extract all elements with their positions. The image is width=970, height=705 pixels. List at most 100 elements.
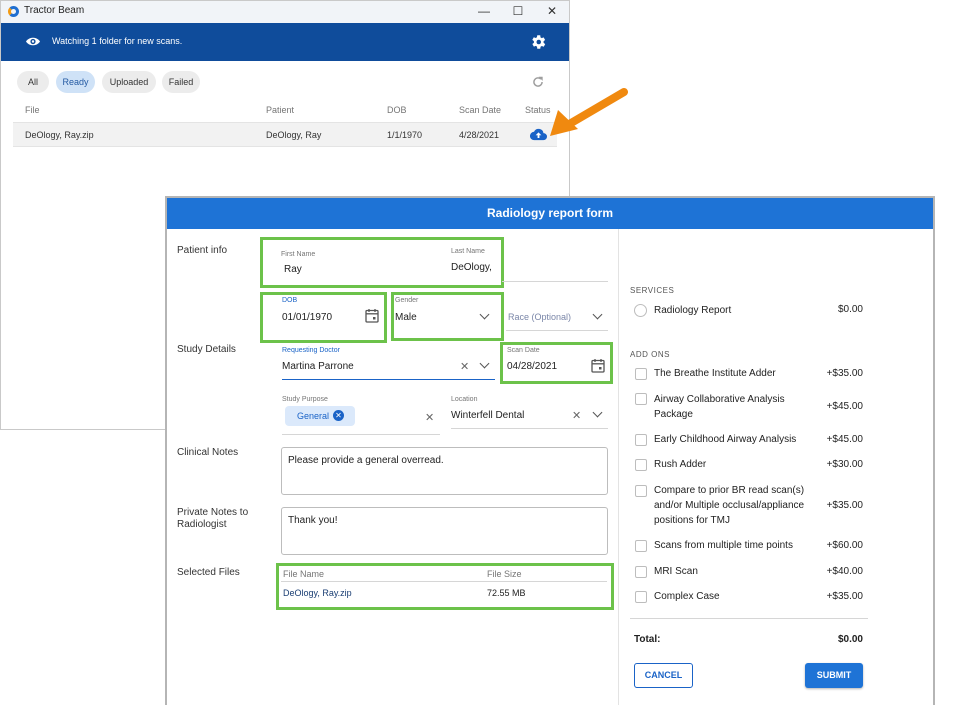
filter-chip-ready[interactable]: Ready — [56, 71, 95, 93]
race-chevron-down-icon[interactable] — [592, 309, 603, 320]
location-label: Location — [451, 396, 478, 403]
addon-checkbox[interactable] — [635, 434, 647, 446]
service-price: $0.00 — [837, 304, 863, 315]
requesting-doctor-field[interactable]: Martina Parrone — [282, 361, 354, 372]
addon-label: MRI Scan — [654, 566, 698, 577]
addon-price: +$60.00 — [826, 540, 863, 551]
dob-label: DOB — [282, 297, 298, 304]
cancel-button[interactable]: CANCEL — [634, 663, 693, 688]
radiology-report-radio[interactable] — [634, 304, 647, 317]
section-label-study-details: Study Details — [177, 344, 236, 355]
section-label-clinical-notes: Clinical Notes — [177, 447, 239, 458]
radiology-report-form-window: Radiology report form Patient info Study… — [165, 196, 935, 705]
requesting-doctor-label: Requesting Doctor — [282, 347, 340, 354]
column-header-file[interactable]: File — [25, 105, 40, 115]
location-underline — [451, 428, 608, 429]
addon-label: Scans from multiple time points — [654, 540, 793, 551]
cloud-upload-icon[interactable] — [530, 128, 547, 141]
gear-icon[interactable] — [529, 33, 547, 51]
doctor-chevron-down-icon[interactable] — [479, 358, 490, 369]
highlight-selected-files — [276, 563, 614, 610]
window-title: Tractor Beam — [24, 5, 85, 16]
selected-file-size: 72.55 MB — [487, 588, 526, 598]
location-select[interactable]: Winterfell Dental — [451, 410, 524, 421]
form-title: Radiology report form — [167, 198, 933, 229]
race-select[interactable]: Race (Optional) — [508, 312, 571, 322]
section-label-patient-info: Patient info — [177, 245, 228, 256]
clinical-notes-text: Please provide a general overread. — [288, 455, 444, 466]
study-purpose-label: Study Purpose — [282, 396, 328, 403]
row-file: DeOlogy, Ray.zip — [25, 130, 94, 140]
first-name-label: First Name — [281, 251, 316, 258]
addon-price: +$45.00 — [826, 434, 863, 445]
file-name-column-header: File Name — [283, 569, 325, 579]
calendar-icon[interactable] — [365, 308, 379, 323]
filter-chip-failed[interactable]: Failed — [162, 71, 200, 93]
section-label-private-notes: Private Notes to Radiologist — [177, 507, 249, 530]
addon-checkbox[interactable] — [635, 540, 647, 552]
column-header-status[interactable]: Status — [525, 105, 551, 115]
scan-date-label: Scan Date — [507, 347, 540, 354]
add-ons-heading: ADD ONS — [630, 350, 670, 359]
private-notes-textarea[interactable]: Thank you! — [281, 507, 608, 555]
last-name-field[interactable]: DeOlogy, — [451, 262, 492, 273]
tractor-beam-logo-icon — [8, 6, 19, 17]
addon-price: +$30.00 — [826, 459, 863, 470]
title-bar: Tractor Beam — ☐ ✕ — [1, 1, 569, 23]
close-button[interactable]: ✕ — [542, 3, 562, 20]
row-dob: 1/1/1970 — [387, 130, 423, 140]
chip-remove-icon[interactable]: ✕ — [333, 410, 344, 421]
scan-date-field[interactable]: 04/28/2021 — [507, 361, 557, 372]
dob-field[interactable]: 01/01/1970 — [282, 312, 332, 323]
addon-label: The Breathe Institute Adder — [654, 368, 776, 379]
calendar-icon[interactable] — [591, 358, 605, 373]
service-label: Radiology Report — [654, 305, 732, 316]
location-chevron-down-icon[interactable] — [592, 407, 603, 418]
addon-checkbox[interactable] — [635, 566, 647, 578]
addon-label: Airway Collaborative Analysis Package — [654, 394, 785, 420]
section-label-selected-files: Selected Files — [177, 567, 240, 578]
total-label: Total: — [634, 634, 661, 645]
eye-icon — [26, 37, 40, 46]
addon-checkbox[interactable] — [635, 459, 647, 471]
addon-label: Complex Case — [654, 591, 720, 602]
addon-checkbox[interactable] — [635, 393, 647, 405]
first-name-field[interactable]: Ray — [284, 264, 302, 275]
clear-purpose-icon[interactable]: ✕ — [425, 413, 434, 424]
clear-doctor-icon[interactable]: ✕ — [460, 362, 469, 373]
column-divider — [618, 229, 619, 705]
files-header-underline — [281, 581, 607, 582]
selected-file-name: DeOlogy, Ray.zip — [283, 588, 352, 598]
addon-price: +$35.00 — [826, 591, 863, 602]
addon-checkbox[interactable] — [635, 368, 647, 380]
private-notes-text: Thank you! — [288, 515, 338, 526]
doctor-underline — [282, 379, 495, 380]
column-header-scan-date[interactable]: Scan Date — [459, 105, 501, 115]
addon-checkbox[interactable] — [635, 485, 647, 497]
addon-label: Compare to prior BR read scan(s) and/or … — [654, 485, 805, 526]
total-divider — [630, 618, 868, 619]
maximize-button[interactable]: ☐ — [508, 3, 528, 20]
row-scan-date: 4/28/2021 — [459, 130, 500, 140]
app-bar: Watching 1 folder for new scans. — [1, 23, 569, 61]
study-purpose-chip[interactable]: General ✕ — [285, 406, 355, 426]
clinical-notes-textarea[interactable]: Please provide a general overread. — [281, 447, 608, 495]
clear-location-icon[interactable]: ✕ — [572, 411, 581, 422]
name-underline — [502, 281, 608, 282]
refresh-icon[interactable] — [531, 75, 545, 89]
watching-status-text: Watching 1 folder for new scans. — [52, 36, 183, 46]
filter-chip-all[interactable]: All — [17, 71, 49, 93]
addon-price: +$45.00 — [826, 401, 863, 412]
gender-select[interactable]: Male — [395, 312, 417, 323]
addon-checkbox[interactable] — [635, 591, 647, 603]
study-purpose-chip-label: General — [297, 411, 330, 421]
filter-chip-uploaded[interactable]: Uploaded — [102, 71, 156, 93]
minimize-button[interactable]: — — [474, 3, 494, 20]
row-patient: DeOlogy, Ray — [266, 130, 322, 140]
services-heading: SERVICES — [630, 286, 675, 295]
table-row[interactable]: DeOlogy, Ray.zip DeOlogy, Ray 1/1/1970 4… — [13, 122, 557, 147]
column-header-dob[interactable]: DOB — [387, 105, 407, 115]
file-size-column-header: File Size — [487, 569, 522, 579]
submit-button[interactable]: SUBMIT — [805, 663, 863, 688]
column-header-patient[interactable]: Patient — [266, 105, 294, 115]
